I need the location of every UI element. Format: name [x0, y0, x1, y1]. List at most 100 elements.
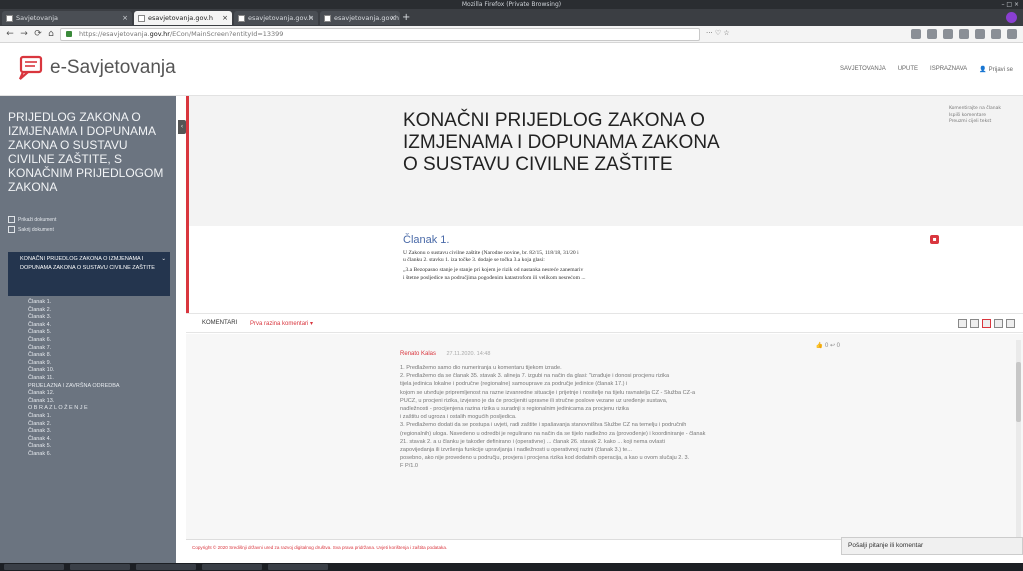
- comment-on-article-link[interactable]: Komentirajte na članak: [949, 106, 1001, 113]
- show-document-checkbox[interactable]: Prikaži dokument: [8, 216, 56, 223]
- url-prefix: https://esavjetovanja.: [79, 30, 150, 38]
- chevron-down-icon: ⌄: [161, 256, 166, 262]
- document-title-panel: KONAČNI PRIJEDLOG ZAKONA O IZMJENAMA I D…: [186, 96, 1023, 226]
- view-split-icon[interactable]: [982, 319, 991, 328]
- library-icon[interactable]: [911, 29, 921, 39]
- browser-tab-4[interactable]: esavjetovanja.gov.h ×: [320, 11, 400, 25]
- view-grid-icon[interactable]: [958, 319, 967, 328]
- comment-line: posebno, ako nije provedeno u području, …: [400, 455, 690, 462]
- document-actions: Komentirajte na članak Ispiši komentare …: [949, 106, 1001, 126]
- sidebar-item[interactable]: PRIJELAZNA I ZAVRŠNA ODREDBA: [28, 383, 168, 391]
- home-icon[interactable]: ⌂: [45, 28, 57, 40]
- sidebar-item[interactable]: Članak 6.: [28, 451, 168, 459]
- favicon-icon: [238, 15, 245, 22]
- comments-panel: Renato Kalas 27.11.2020. 14:48 👍 0 ↩ 0 1…: [186, 334, 1023, 539]
- extension-icon[interactable]: [959, 29, 969, 39]
- sidebar-item[interactable]: Članak 2.: [28, 421, 168, 429]
- site-logo-text[interactable]: e-Savjetovanja: [50, 57, 176, 79]
- sidebar-item-active[interactable]: KONAČNI PRIJEDLOG ZAKONA O IZMJENAMA I D…: [8, 252, 170, 296]
- site-header: e-Savjetovanja SAVJETOVANJA UPUTE ISPRAZ…: [0, 44, 1023, 96]
- comment-line: (regionalnih) uloga. Navedeno u odredbi …: [400, 430, 706, 437]
- article-line: i štetne posljedice na područjima pogođe…: [403, 274, 586, 281]
- close-tab-icon[interactable]: ×: [122, 11, 128, 25]
- hide-document-checkbox[interactable]: Sakrij dokument: [8, 226, 54, 233]
- sidebar-item[interactable]: Članak 5.: [28, 329, 168, 337]
- close-tab-icon[interactable]: ×: [222, 11, 228, 25]
- comment-line: tijela jedinica lokalne i područne (regi…: [400, 381, 628, 388]
- sidebar-item[interactable]: Članak 1.: [28, 413, 168, 421]
- extension-icon[interactable]: [975, 29, 985, 39]
- browser-tab-2[interactable]: esavjetovanja.gov.h ×: [134, 11, 232, 25]
- window-controls[interactable]: – □ ×: [1001, 0, 1019, 9]
- sidebar-item[interactable]: Članak 6.: [28, 337, 168, 345]
- comments-scrollbar-thumb[interactable]: [1016, 362, 1021, 422]
- comment-author[interactable]: Renato Kalas: [400, 351, 436, 357]
- comment-line: kojom se utvrđuje pripremljenost na razn…: [400, 389, 696, 396]
- sidebar-icon[interactable]: [927, 29, 937, 39]
- private-browsing-icon: [1006, 12, 1017, 23]
- page-actions-icon[interactable]: ··· ♡ ☆: [706, 29, 730, 37]
- comment-line: 1. Predlažemo samo dio numeriranja u kom…: [400, 365, 562, 371]
- sidebar-item[interactable]: Članak 11.: [28, 375, 168, 383]
- forward-icon[interactable]: →: [18, 28, 30, 40]
- like-icon[interactable]: 👍: [816, 343, 823, 349]
- comment-filter-dropdown[interactable]: Prva razina komentari ▾: [250, 320, 313, 327]
- sidebar-item[interactable]: Članak 3.: [28, 428, 168, 436]
- view-list-icon[interactable]: [970, 319, 979, 328]
- feedback-chat-button[interactable]: Pošalji pitanje ili komentar: [841, 537, 1023, 555]
- sidebar-item[interactable]: Članak 12.: [28, 390, 168, 398]
- sidebar-item[interactable]: Članak 5.: [28, 443, 168, 451]
- nav-upute[interactable]: UPUTE: [898, 66, 918, 73]
- os-taskbar: [0, 563, 1023, 571]
- speech-bubble-logo-icon[interactable]: [17, 54, 45, 82]
- taskbar-app[interactable]: [4, 564, 64, 570]
- sidebar-item[interactable]: Članak 3.: [28, 314, 168, 322]
- comment-line: nadležnosti - procijenjena razina rizika…: [400, 406, 629, 413]
- top-navigation: SAVJETOVANJA UPUTE ISPRAZNAVA Prijavi se: [840, 66, 1013, 73]
- like-count: 0: [824, 343, 829, 349]
- close-tab-icon[interactable]: ×: [390, 11, 396, 25]
- nav-savjetovanja[interactable]: SAVJETOVANJA: [840, 66, 886, 73]
- comments-toolbar: KOMENTARI Prva razina komentari ▾: [186, 313, 1023, 333]
- sidebar-item[interactable]: Članak 1.: [28, 299, 168, 307]
- taskbar-app[interactable]: [268, 564, 328, 570]
- new-tab-icon[interactable]: +: [402, 11, 410, 25]
- nav-ispraznava[interactable]: ISPRAZNAVA: [930, 66, 967, 73]
- back-icon[interactable]: ←: [4, 28, 16, 40]
- view-mode-switcher: [958, 319, 1015, 328]
- sidebar-item[interactable]: O B R A Z L O Ž E N J E: [28, 405, 168, 413]
- comment-date: 27.11.2020. 14:48: [446, 351, 491, 357]
- comment-actions: 👍 0 ↩ 0: [816, 342, 840, 349]
- document-article-panel: Članak 1. U Zakonu o sustavu civilne zaš…: [186, 226, 1023, 313]
- download-text-link[interactable]: Preuzmi cijeli tekst: [949, 119, 1001, 126]
- favicon-icon: [324, 15, 331, 22]
- reply-icon[interactable]: ↩: [830, 343, 835, 349]
- firefox-window: Mozilla Firefox (Private Browsing) – □ ×…: [0, 0, 1023, 571]
- close-tab-icon[interactable]: ×: [308, 11, 314, 25]
- login-link[interactable]: Prijavi se: [979, 66, 1013, 73]
- extension-icon[interactable]: [991, 29, 1001, 39]
- taskbar-app[interactable]: [70, 564, 130, 570]
- url-bar[interactable]: https://esavjetovanja.gov.hr/ECon/MainSc…: [60, 28, 700, 41]
- taskbar-app[interactable]: [136, 564, 196, 570]
- view-bottom-icon[interactable]: [994, 319, 1003, 328]
- sidebar-item[interactable]: Članak 8.: [28, 352, 168, 360]
- browser-tab-1[interactable]: Savjetovanja ×: [2, 11, 132, 25]
- taskbar-app[interactable]: [202, 564, 262, 570]
- menu-icon[interactable]: [1007, 29, 1017, 39]
- comment-line: 2. Predlažemo da se članak 35. stavak 3.…: [400, 373, 670, 380]
- url-domain: gov.hr: [149, 30, 170, 38]
- sidebar-title: PRIJEDLOG ZAKONA O IZMJENAMA I DOPUNAMA …: [8, 110, 164, 194]
- collapse-sidebar-button[interactable]: ‹: [178, 120, 186, 134]
- sidebar-item[interactable]: Članak 10.: [28, 367, 168, 375]
- reload-icon[interactable]: ⟳: [32, 28, 44, 40]
- extension-icon[interactable]: [943, 29, 953, 39]
- comment-line: PUCZ, u procjeni rizika, izvjesno je da …: [400, 397, 668, 404]
- window-title: Mozilla Firefox (Private Browsing): [461, 1, 562, 8]
- view-full-icon[interactable]: [1006, 319, 1015, 328]
- comment-line: F P/1.0: [400, 463, 419, 470]
- browser-tab-3[interactable]: esavjetovanja.gov.h ×: [234, 11, 318, 25]
- comment-count-badge[interactable]: ▪: [930, 235, 939, 244]
- comment-body: 1. Predlažemo samo dio numeriranja u kom…: [400, 364, 840, 471]
- favicon-icon: [6, 15, 13, 22]
